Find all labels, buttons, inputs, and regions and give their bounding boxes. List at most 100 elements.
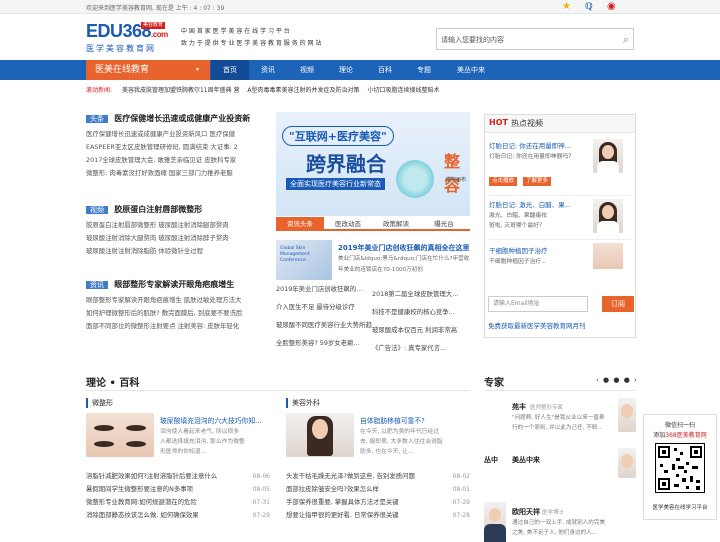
nav-item-news[interactable]: 资讯: [249, 60, 287, 80]
face-shape: [489, 508, 501, 522]
tab-exposure[interactable]: 曝光台: [420, 217, 468, 231]
table-row[interactable]: 微整形专业教育网:如何规避潜在的危险 07-31: [86, 496, 270, 509]
qr-brand: 368医美教育网: [665, 432, 707, 439]
list-item[interactable]: 2018第二届全球皮肤管理大...: [372, 290, 458, 298]
theory-title: 理论 • 百科: [86, 378, 140, 389]
hot-video-title[interactable]: 灯胎日记: 你还在用量即神...: [489, 140, 571, 150]
list-item[interactable]: 暑假期间学生微整形要注意的N多事项: [86, 485, 193, 493]
search-input[interactable]: 请输入您要找的内容: [441, 35, 504, 45]
list-item[interactable]: 想要让指甲很的更好看, 日常保养很关键: [286, 511, 399, 519]
table-row[interactable]: 消除面部静态纹该怎么做, 如何确保效果 07-29: [86, 509, 270, 522]
body-shape: [597, 161, 619, 179]
banner-strip: 全面实现医疗美容行业新常态: [286, 178, 385, 190]
site-logo[interactable]: EDU368.com 美容教育 医学美容教育网: [86, 22, 170, 53]
tab-reform[interactable]: 医改动态: [324, 217, 372, 231]
table-row[interactable]: 面部拉皮除皱安全吗?效果怎么样 08-01: [286, 483, 470, 496]
feature-title[interactable]: 玻尿酸填充泪沟的六大技巧你知...: [160, 415, 262, 425]
table-row[interactable]: 暑假期间学生微整形要注意的N多事项 08-05: [86, 483, 270, 496]
table-row[interactable]: 溶脂针减肥效果如何?注射溶脂针后要注意什么 08-06: [86, 470, 270, 483]
weibo-icon[interactable]: ◉: [607, 1, 616, 13]
expert-name[interactable]: 欧阳天祥: [512, 507, 540, 517]
search-box[interactable]: 请输入您要找的内容 ⌕: [436, 28, 634, 50]
list-item[interactable]: 溶脂针减肥效果如何?注射溶脂针后要注意什么: [86, 472, 217, 480]
list-item[interactable]: EASPEER亚太区皮肤管理研修班, 圆满结束 大证事: 2: [86, 141, 260, 154]
divider: [489, 239, 631, 240]
feature-thumbnail[interactable]: [86, 413, 154, 457]
list-item[interactable]: 头发干枯毛躁无光泽?做到这些, 告别发质问题: [286, 472, 415, 480]
table-row[interactable]: 手部保养很重要, 掌握具体方法才是关键 07-29: [286, 496, 470, 509]
table-row[interactable]: 想要让指甲很的更好看, 日常保养很关键 07-28: [286, 509, 470, 522]
divider: [484, 390, 636, 391]
list-item[interactable]: 玻尿酸注射消除大腿赘肉 玻尿酸注射消除脖子赘肉: [86, 232, 260, 245]
list-item[interactable]: 如何护理微整形后的肌肤? 敷完面膜后, 到底要不要洗脸: [86, 307, 260, 320]
expert-name[interactable]: 苑丰: [512, 402, 526, 412]
list-item[interactable]: 微整形: 肉毒素没打好致面瘫 国家三部门力推养老服: [86, 167, 260, 180]
section-tag: 视频: [86, 206, 108, 214]
subsection-label[interactable]: 美容外科: [286, 398, 320, 408]
list-item[interactable]: 2019年美业门店创收狂飙的...: [276, 283, 372, 296]
subsection-label[interactable]: 微整形: [86, 398, 113, 408]
tab-headlines[interactable]: 资讯头条: [276, 217, 324, 231]
expert-desc-line: 行的一个原则, 并以此为己任, 不断...: [512, 425, 603, 431]
tab-policy[interactable]: 政策解读: [372, 217, 420, 231]
expert-avatar[interactable]: [618, 448, 636, 478]
list-item[interactable]: 胶原蛋白注射唇部微整形 玻尿酸注射消除腿部赘肉: [86, 219, 260, 232]
experts-pager[interactable]: ‹ ● ● ● ›: [596, 376, 638, 384]
hot-video-title[interactable]: 灯胎日记: 激光、白醋、果...: [489, 199, 571, 209]
feature-title[interactable]: 自体脂肪移植可靠不?: [360, 415, 425, 425]
list-item[interactable]: 介入医生不足 最待分级诊疗: [276, 301, 372, 314]
list-item[interactable]: 科技不是健康校的核心竞争...: [372, 308, 455, 316]
play-button[interactable]: 点击播放: [489, 177, 518, 186]
nav-item-home[interactable]: 首页: [211, 60, 249, 80]
expert-avatar[interactable]: [618, 398, 636, 432]
search-icon[interactable]: ⌕: [623, 33, 629, 47]
nav-item-meicong[interactable]: 美丛中来: [448, 60, 494, 80]
email-field[interactable]: 请输入Email地址: [488, 296, 588, 312]
section-title[interactable]: 医疗保健增长迅速或成健康产业投资新: [114, 114, 250, 123]
ticker-item[interactable]: 美容我皮肤管理加盟铁腕教尔11周年盛典 营: [122, 87, 240, 94]
section-title[interactable]: 眼部整形专家解读开眼角疤痕增生: [114, 280, 234, 289]
list-item[interactable]: 玻尿酸不同医疗美容行业大势所趋: [276, 319, 372, 332]
expert-name[interactable]: 美丛中来: [512, 455, 540, 465]
list-item[interactable]: 玻尿酸成本仅百元 利润非常高: [372, 326, 457, 334]
section-title[interactable]: 胶原蛋白注射唇部微整形: [114, 205, 202, 214]
learn-more-button[interactable]: 了解更多: [523, 177, 552, 186]
banner-right-sub: 模拟画布: [446, 177, 467, 183]
list-item[interactable]: 医疗保健增长迅速或成健康产业投资新风口 医疗保健: [86, 128, 260, 141]
qq-icon[interactable]: ℚ: [585, 1, 593, 13]
main-nav: 医美在线教育 ▾ 首页 资讯 视频 理论 百科 专题 美丛中来: [0, 60, 720, 80]
subscribe-button[interactable]: 订阅: [602, 296, 634, 312]
hot-video-thumbnail[interactable]: [593, 199, 623, 239]
table-row[interactable]: 头发干枯毛躁无光泽?做到这些, 告别发质问题 08-02: [286, 470, 470, 483]
feature-title[interactable]: 2019年美业门店创收狂飙的真相全在这里: [338, 243, 469, 253]
expert-avatar[interactable]: [484, 502, 506, 542]
list-item[interactable]: 眼部整形专家解读开眼角疤痕增生 肌肤过敏处理方法大: [86, 294, 260, 307]
hot-video-thumbnail[interactable]: [593, 139, 623, 179]
list-item[interactable]: 全脸整形美容? 59岁女老赖...: [276, 337, 372, 350]
list-item[interactable]: 玻尿酸注射注射消除脂肪 体验微针全过程: [86, 245, 260, 258]
feature-thumbnail[interactable]: [286, 413, 354, 457]
list-item[interactable]: 手部保养很重要, 掌握具体方法才是关键: [286, 498, 399, 506]
nav-item-wiki[interactable]: 百科: [366, 60, 404, 80]
hot-video-title[interactable]: 干细胞种植因子治疗: [489, 245, 548, 255]
nav-item-topic[interactable]: 专题: [405, 60, 443, 80]
news-thumbnail[interactable]: Global Skin Management Conference: [276, 240, 332, 280]
subscribe-note[interactable]: 免费获取最新医学美容教育网月刊: [488, 320, 586, 330]
list-item[interactable]: 微整形专业教育网:如何规避潜在的危险: [86, 498, 197, 506]
divider: [489, 195, 631, 196]
list-item[interactable]: 2017全球皮肤管理大会, 敢雅芝亲临见证 皮肤科专家: [86, 154, 260, 167]
list-item[interactable]: 《广告法》: 真专家代言...: [372, 344, 446, 352]
date: 07-29: [252, 512, 270, 519]
nav-item-theory[interactable]: 理论: [327, 60, 365, 80]
list-item[interactable]: 消除面部静态纹该怎么做, 如何确保效果: [86, 511, 199, 519]
hot-video-thumbnail[interactable]: [593, 243, 623, 269]
nav-item-video[interactable]: 视频: [288, 60, 326, 80]
star-icon[interactable]: ★: [562, 1, 571, 13]
promo-banner[interactable]: "互联网+医疗美容" 跨界融合 全面实现医疗美容行业新常态 整容 模拟画布: [276, 112, 470, 216]
ticker-item[interactable]: A型肉毒毒素美容注射的并发症及防治对策: [247, 87, 359, 94]
list-item[interactable]: 面部拉皮除皱安全吗?效果怎么样: [286, 485, 379, 493]
nav-brand-label: 医美在线教育: [95, 65, 150, 75]
ticker-item[interactable]: 小切口吸脂连续搜线整赔术: [367, 87, 439, 94]
nav-brand[interactable]: 医美在线教育 ▾: [86, 60, 210, 80]
list-item[interactable]: 面部不同部位的微整形注射要点 注射美容: 皮肤年轻化: [86, 320, 260, 333]
